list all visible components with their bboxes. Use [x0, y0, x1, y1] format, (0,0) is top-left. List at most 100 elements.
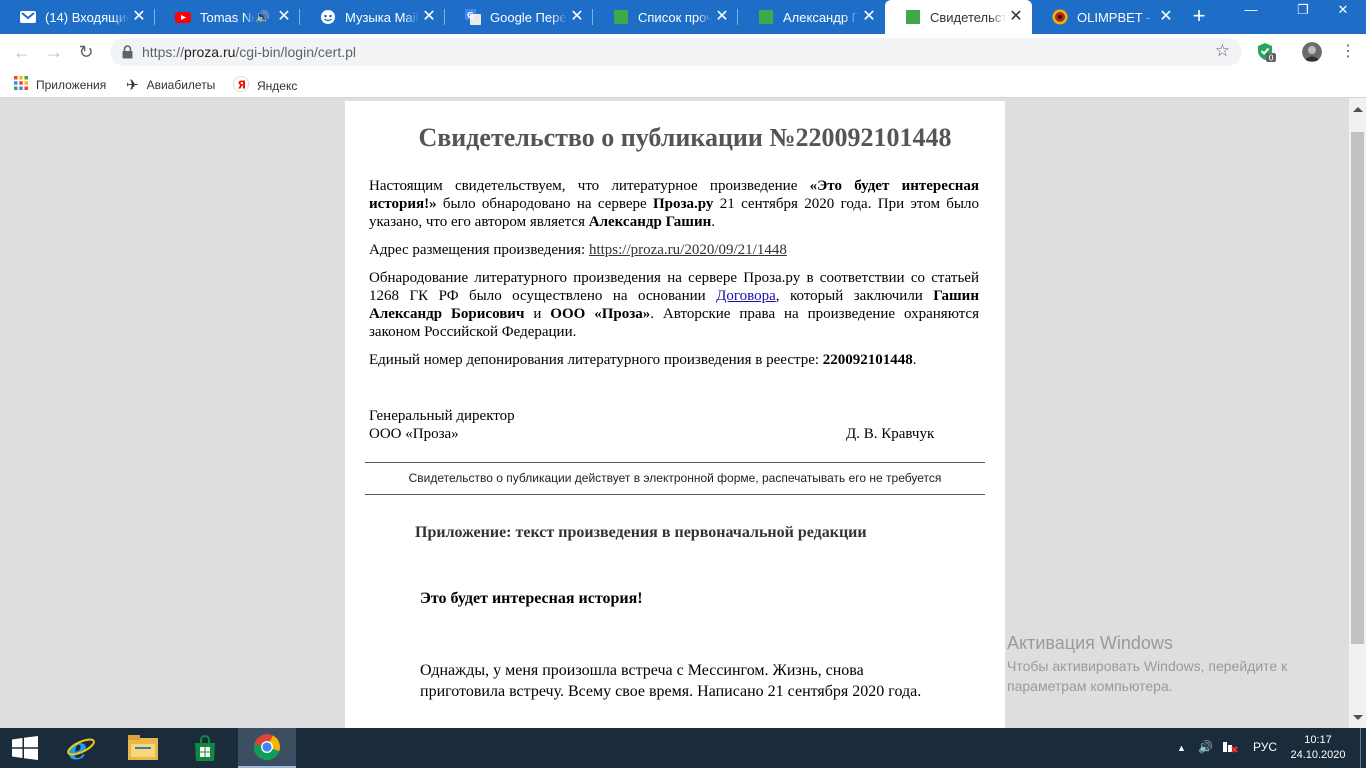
tab-title: (14) Входящие: [45, 9, 129, 25]
svg-text:G: G: [467, 11, 474, 20]
store-icon[interactable]: [176, 728, 234, 768]
certificate-paragraph-main: Настоящим свидетельствуем, что литератур…: [369, 177, 979, 231]
menu-dots-icon[interactable]: ⋮: [1336, 40, 1360, 64]
tab-mail[interactable]: (14) Входящие ✕: [0, 0, 155, 34]
mail-icon: [20, 9, 36, 25]
yandex-icon: Я: [233, 76, 249, 95]
certificate-address-line: Адрес размещения произведения: https://p…: [369, 241, 979, 259]
clock-date: 24.10.2020: [1290, 749, 1346, 761]
close-tab-icon[interactable]: ✕: [274, 9, 294, 25]
tab-author-page[interactable]: Александр Гаш ✕: [738, 0, 885, 34]
scroll-down-arrow-icon[interactable]: [1353, 715, 1363, 720]
tab-title: Tomas Nev: [200, 9, 256, 25]
clock-time: 10:17: [1304, 734, 1332, 746]
certificate-paper: Свидетельство о публикации №220092101448…: [345, 101, 1005, 728]
divider-top: [365, 462, 985, 463]
bookmark-apps[interactable]: Приложения: [14, 76, 106, 93]
close-window-button[interactable]: ✕: [1320, 0, 1366, 22]
minimize-button[interactable]: —: [1228, 0, 1274, 22]
url-text: https://proza.ru/cgi-bin/login/cert.pl: [142, 44, 356, 60]
tab-google-translate[interactable]: G Google Перево ✕: [445, 0, 593, 34]
tab-reading-list[interactable]: Список прочте ✕: [593, 0, 738, 34]
page-scrollbar[interactable]: [1349, 98, 1366, 728]
youtube-icon: [175, 9, 191, 25]
speaker-icon[interactable]: 🔊: [1198, 740, 1213, 754]
print-note: Свидетельство о публикации действует в э…: [408, 471, 942, 485]
airplane-icon: ✈: [126, 77, 139, 94]
tab-youtube[interactable]: Tomas Nev 🔊 ✕: [155, 0, 300, 34]
watermark-title: Активация Windows: [1007, 633, 1173, 653]
scroll-up-arrow-icon[interactable]: [1353, 107, 1363, 112]
reload-icon[interactable]: ↻: [74, 40, 98, 64]
close-tab-icon[interactable]: ✕: [567, 9, 587, 25]
certificate-registry-line: Единый номер депонирования литературного…: [369, 351, 979, 369]
back-arrow-icon[interactable]: ←: [10, 40, 34, 64]
registry-label: Единый номер депонирования литературного…: [369, 352, 823, 368]
close-tab-icon[interactable]: ✕: [712, 9, 732, 25]
text: было обнародовано на сервере: [436, 196, 653, 212]
bookmark-yandex[interactable]: Я Яндекс: [233, 76, 297, 95]
olimpbet-icon: [1052, 9, 1068, 25]
new-tab-button[interactable]: +: [1187, 5, 1211, 29]
server-name: Проза.ру: [653, 196, 714, 212]
tab-title: OLIMPBET - Сп: [1077, 9, 1156, 25]
shield-extension-icon[interactable]: 0: [1256, 42, 1276, 63]
address-bar[interactable]: https://proza.ru/cgi-bin/login/cert.pl ☆: [110, 38, 1242, 66]
google-translate-icon: G: [465, 9, 481, 25]
extension-badge: 0: [1269, 54, 1274, 63]
tab-title: Александр Гаш: [783, 9, 859, 25]
show-hidden-icons-icon[interactable]: ▲: [1177, 743, 1186, 753]
signature-position: Генеральный директор: [369, 408, 515, 424]
proza-icon: [758, 9, 774, 25]
certificate-paragraph-legal: Обнародование литературного произведения…: [369, 269, 979, 341]
contract-link[interactable]: Договора: [716, 288, 776, 304]
audio-playing-icon[interactable]: 🔊: [255, 10, 270, 24]
profile-avatar[interactable]: [1302, 42, 1322, 62]
windows-start-icon[interactable]: [0, 728, 50, 768]
tab-certificate-active[interactable]: Свидетельство ✕: [885, 0, 1032, 34]
bookmark-label: Яндекс: [257, 78, 298, 93]
proza-icon: [613, 9, 629, 25]
browser-toolbar: ← → ↻ https://proza.ru/cgi-bin/login/cer…: [0, 34, 1366, 70]
tab-title: Свидетельство: [930, 9, 1006, 25]
close-tab-icon[interactable]: ✕: [419, 9, 439, 25]
scrollbar-thumb[interactable]: [1351, 132, 1364, 644]
close-tab-icon[interactable]: ✕: [1156, 9, 1176, 25]
bookmark-aviabilety[interactable]: ✈ Авиабилеты: [126, 76, 215, 94]
show-desktop-button[interactable]: [1360, 728, 1361, 768]
tab-mailru-music[interactable]: Музыка Mail.Ru ✕: [300, 0, 445, 34]
network-disconnected-icon[interactable]: [1222, 740, 1238, 757]
text: Настоящим свидетельствуем, что литератур…: [369, 178, 810, 194]
tab-olimpbet[interactable]: OLIMPBET - Сп ✕: [1032, 0, 1182, 34]
mailru-music-icon: [320, 9, 336, 25]
text: .: [912, 352, 917, 368]
proza-icon: [905, 9, 921, 25]
internet-explorer-icon[interactable]: e: [52, 728, 110, 768]
close-tab-icon[interactable]: ✕: [859, 9, 879, 25]
watermark-line: Чтобы активировать Windows, перейдите к: [1007, 658, 1288, 674]
signature-name: Д. В. Кравчук: [846, 426, 935, 442]
close-tab-icon[interactable]: ✕: [129, 9, 149, 25]
forward-arrow-icon[interactable]: →: [42, 40, 66, 64]
address-label: Адрес размещения произведения:: [369, 242, 589, 258]
system-clock[interactable]: 10:17 24.10.2020: [1290, 733, 1346, 763]
author-name: Александр Гашин: [588, 214, 712, 230]
work-title: Это будет интересная история!: [420, 590, 643, 607]
url-host: proza.ru: [184, 44, 236, 60]
file-explorer-icon[interactable]: [114, 728, 172, 768]
work-text: Однажды, у меня произошла встреча с Месс…: [420, 662, 922, 700]
text: и: [524, 306, 551, 322]
bookmark-label: Авиабилеты: [146, 78, 216, 92]
language-indicator[interactable]: РУС: [1253, 740, 1277, 754]
work-url-link[interactable]: https://proza.ru/2020/09/21/1448: [589, 242, 787, 258]
windows-activation-watermark: Активация Windows Чтобы активировать Win…: [1007, 633, 1287, 696]
signature-org: ООО «Проза»: [369, 426, 459, 442]
bookmarks-bar: Приложения ✈ Авиабилеты Я Яндекс: [0, 70, 1366, 98]
chrome-icon[interactable]: [238, 728, 296, 768]
bookmark-label: Приложения: [36, 77, 107, 92]
text: , который заключили: [775, 288, 934, 304]
party-company: ООО «Проза»: [550, 306, 651, 322]
tab-title: Список прочте: [638, 9, 712, 25]
close-tab-icon[interactable]: ✕: [1006, 9, 1026, 25]
bookmark-star-icon[interactable]: ☆: [1215, 41, 1230, 61]
